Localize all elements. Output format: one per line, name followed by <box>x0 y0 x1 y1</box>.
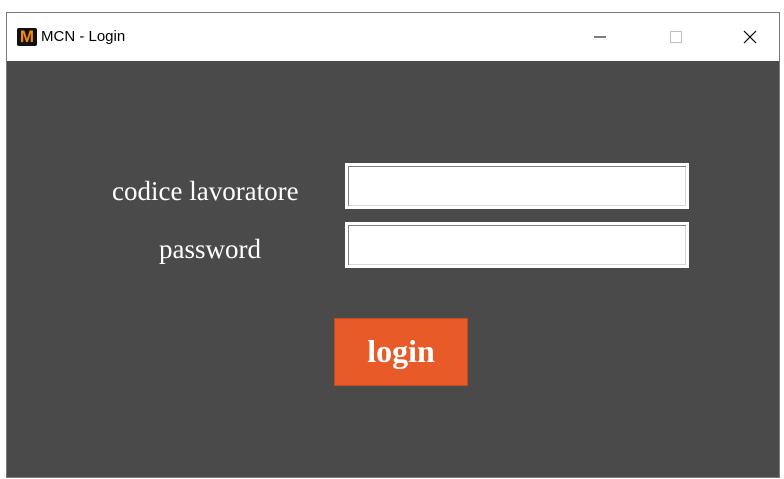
window-title: MCN - Login <box>41 28 126 45</box>
close-button[interactable] <box>722 13 778 61</box>
login-button[interactable]: login <box>334 318 468 386</box>
minimize-button[interactable] <box>572 13 628 61</box>
minimize-icon <box>594 36 606 38</box>
app-logo-icon: M <box>17 28 37 46</box>
title-bar[interactable]: M MCN - Login <box>7 13 779 61</box>
maximize-icon <box>670 31 682 43</box>
maximize-button[interactable] <box>648 13 704 61</box>
login-window: M MCN - Login codice lavoratore password… <box>6 12 780 478</box>
password-input[interactable] <box>345 222 689 268</box>
login-panel: codice lavoratore password login <box>7 61 779 477</box>
user-code-label: codice lavoratore <box>112 176 299 206</box>
password-label: password <box>159 234 261 264</box>
user-code-input[interactable] <box>345 163 689 209</box>
close-icon <box>743 30 757 44</box>
